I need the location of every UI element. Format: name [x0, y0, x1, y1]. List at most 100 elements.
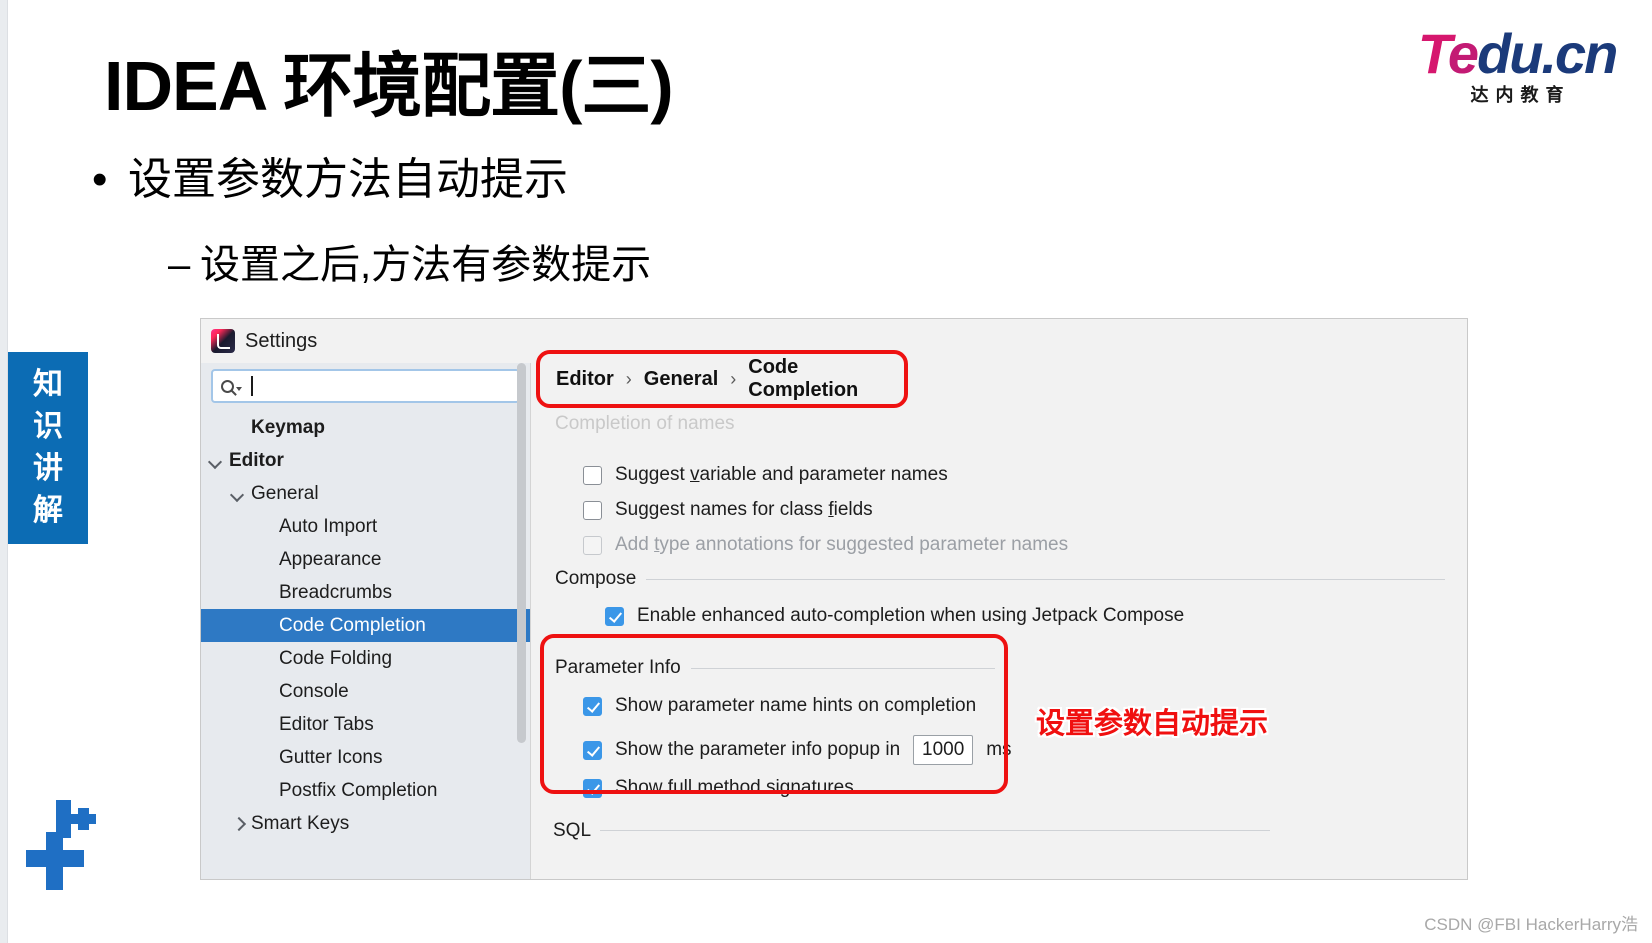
logo-subtitle: 达内教育	[1470, 85, 1571, 105]
compose-group-label: Compose	[555, 568, 637, 589]
compose-group-header: Compose	[555, 568, 1445, 590]
checkbox-label-show-param-name-hints: Show parameter name hints on completion	[615, 695, 977, 716]
checkbox-label-show-full-method-signatures: Show full method signatures	[615, 777, 854, 798]
tree-scrollbar-thumb[interactable]	[517, 363, 526, 743]
logo-wordmark: Tedu.cn	[1402, 26, 1632, 82]
parameter-info-group-label: Parameter Info	[555, 657, 681, 678]
checkbox-row-add-type-annotations: Add type annotations for suggested param…	[583, 534, 1068, 556]
checkbox-show-full-method-signatures[interactable]	[583, 778, 602, 798]
checkbox-row-show-param-info-popup[interactable]: Show the parameter info popup in 1000 ms	[583, 735, 1012, 765]
sql-group-rule	[600, 830, 1270, 831]
sidebar-item-label: Editor Tabs	[279, 713, 374, 735]
parameter-info-group-rule	[690, 667, 995, 669]
sidebar-item-editor-tabs[interactable]: Editor Tabs	[201, 708, 530, 741]
checkbox-jetpack-compose[interactable]	[605, 606, 624, 626]
bullet-secondary-label: 设置之后,方法有参数提示	[200, 243, 652, 287]
badge-char-2: 识	[33, 410, 63, 443]
checkbox-row-jetpack-compose[interactable]: Enable enhanced auto-completion when usi…	[605, 605, 1184, 627]
breadcrumb-separator-icon-2: ›	[730, 368, 737, 389]
watermark-text: CSDN @FBI HackerHarry浩	[1424, 915, 1638, 934]
checkbox-label-show-param-info-popup: Show the parameter info popup in	[615, 739, 901, 760]
checkbox-suggest-variable-names[interactable]	[583, 465, 602, 485]
sidebar-item-code-completion[interactable]: Code Completion	[201, 609, 530, 642]
logo-letters-rest: du.cn	[1476, 22, 1618, 85]
checkbox-label-jetpack-compose: Enable enhanced auto-completion when usi…	[637, 605, 1185, 626]
plus-decoration-icon	[26, 800, 96, 890]
checkbox-label-add-type-annotations: Add type annotations for suggested param…	[615, 534, 1069, 555]
chevron-down-icon[interactable]	[231, 487, 245, 501]
sidebar-item-general[interactable]: General	[201, 477, 530, 510]
breadcrumb[interactable]: Editor › General › Code Completion	[536, 350, 908, 408]
checkbox-show-param-name-hints[interactable]	[583, 696, 602, 716]
annotation-note: 设置参数自动提示	[1036, 708, 1269, 740]
checkbox-row-suggest-class-field-names[interactable]: Suggest names for class fields	[583, 499, 873, 521]
slide-left-rail	[0, 0, 8, 943]
settings-tree[interactable]: Keymap Editor General Auto Import Appearance…	[201, 411, 530, 840]
bullet-item-primary: • 设置参数方法自动提示	[92, 143, 568, 207]
sidebar-item-editor[interactable]: Editor	[201, 444, 530, 477]
sidebar-item-keymap[interactable]: Keymap	[201, 411, 530, 444]
sidebar-item-label: Smart Keys	[251, 812, 350, 834]
checkbox-row-suggest-variable-names[interactable]: Suggest variable and parameter names	[583, 464, 948, 486]
tedu-logo: Tedu.cn 达内教育	[1402, 26, 1632, 105]
checkbox-add-type-annotations	[583, 535, 602, 555]
breadcrumb-item-code-completion[interactable]: Code Completion	[748, 356, 904, 402]
sidebar-item-breadcrumbs[interactable]: Breadcrumbs	[201, 576, 530, 609]
text-cursor	[251, 376, 253, 396]
checkbox-show-param-info-popup[interactable]	[583, 740, 602, 760]
checkbox-suggest-class-field-names[interactable]	[583, 500, 602, 520]
search-icon	[221, 379, 234, 393]
sidebar-item-smart-keys[interactable]: Smart Keys	[201, 807, 530, 840]
chevron-right-icon[interactable]	[231, 817, 245, 831]
settings-right-pane: Completion of names Suggest variable and…	[530, 363, 1467, 879]
search-row	[201, 363, 530, 411]
sidebar-item-label: General	[251, 482, 319, 504]
sidebar-item-code-folding[interactable]: Code Folding	[201, 642, 530, 675]
checkbox-row-show-full-method-signatures[interactable]: Show full method signatures	[583, 777, 854, 799]
sql-group-label: SQL	[553, 820, 592, 841]
sidebar-item-label: Keymap	[251, 416, 325, 438]
bullet-item-secondary: – 设置之后,方法有参数提示	[168, 232, 651, 290]
badge-char-4: 解	[33, 494, 63, 527]
sidebar-item-console[interactable]: Console	[201, 675, 530, 708]
knowledge-badge: 知 识 讲 解	[8, 352, 88, 544]
sidebar-item-label: Console	[279, 680, 349, 702]
bullet-marker-icon: •	[92, 155, 108, 204]
completion-of-names-group-label: Completion of names	[555, 413, 735, 434]
logo-letter-t: T	[1417, 22, 1450, 85]
checkbox-row-show-param-name-hints[interactable]: Show parameter name hints on completion	[583, 695, 976, 717]
chevron-down-icon	[236, 386, 242, 391]
breadcrumb-item-editor[interactable]: Editor	[556, 368, 614, 391]
badge-char-3: 讲	[33, 452, 63, 485]
chevron-down-icon[interactable]	[209, 454, 223, 468]
sidebar-item-postfix-completion[interactable]: Postfix Completion	[201, 774, 530, 807]
sidebar-item-auto-import[interactable]: Auto Import	[201, 510, 530, 543]
sidebar-item-gutter-icons[interactable]: Gutter Icons	[201, 741, 530, 774]
settings-left-pane: Keymap Editor General Auto Import Appearance…	[201, 363, 530, 879]
popup-delay-input[interactable]: 1000	[913, 735, 974, 765]
breadcrumb-item-general[interactable]: General	[644, 368, 718, 391]
sidebar-item-label: Code Completion	[279, 614, 426, 636]
bullet-primary-label: 设置参数方法自动提示	[128, 155, 568, 204]
compose-group-rule	[646, 578, 1445, 580]
checkbox-label-suggest-variable-names: Suggest variable and parameter names	[615, 464, 948, 485]
sidebar-item-label: Code Folding	[279, 647, 393, 669]
breadcrumb-separator-icon: ›	[625, 368, 632, 389]
dialog-title: Settings	[245, 329, 318, 352]
search-input[interactable]	[211, 369, 520, 403]
tree-scrollbar[interactable]	[517, 363, 526, 823]
dash-marker-icon: –	[168, 243, 191, 287]
intellij-idea-icon	[211, 329, 235, 353]
page-title: IDEA 环境配置(三)	[104, 47, 674, 125]
sidebar-item-appearance[interactable]: Appearance	[201, 543, 530, 576]
checkbox-label-suggest-class-field-names: Suggest names for class fields	[615, 499, 873, 520]
sidebar-item-label: Gutter Icons	[279, 746, 383, 768]
